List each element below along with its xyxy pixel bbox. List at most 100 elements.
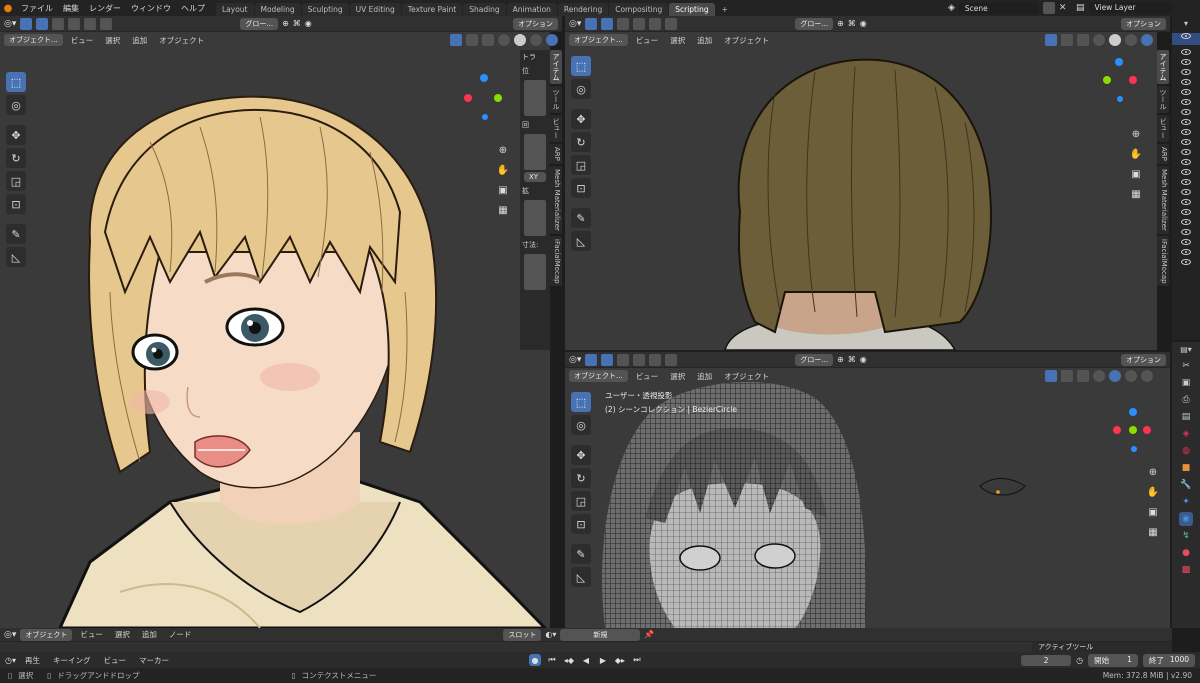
proportional-icon[interactable]: ◉ (860, 355, 867, 364)
options-dropdown[interactable]: オプション (1121, 17, 1166, 30)
tab-ifacialmocap[interactable]: iFacialMocap (550, 235, 562, 287)
menu-view[interactable]: ビュー (67, 34, 98, 47)
rotate-icon[interactable]: ↻ (571, 132, 591, 152)
marker-menu[interactable]: マーカー (135, 654, 173, 667)
outliner-selected-row[interactable] (1172, 33, 1200, 45)
grid-icon[interactable]: ▦ (1128, 186, 1144, 202)
gizmo-x-axis[interactable] (1129, 76, 1137, 84)
editor-type-icon[interactable]: ◎▾ (569, 19, 581, 29)
shading-wire-icon[interactable] (1093, 34, 1105, 46)
shading-solid-icon[interactable] (514, 34, 526, 46)
tab-view[interactable]: ビュー (1157, 115, 1169, 142)
scale-icon[interactable]: ◲ (571, 491, 591, 511)
select-mode-new-icon[interactable] (36, 17, 49, 30)
render-icon[interactable]: ▣ (1179, 376, 1193, 390)
grid-icon[interactable]: ▦ (1145, 524, 1161, 540)
snap-icon[interactable]: ⌘ (848, 355, 856, 364)
menu-add[interactable]: 追加 (693, 370, 716, 383)
select-tool-icon[interactable] (585, 353, 598, 366)
timeline-view-menu[interactable]: ビュー (100, 654, 131, 667)
cursor-icon[interactable]: ◎ (571, 79, 591, 99)
visibility-eye-icon[interactable] (1181, 199, 1191, 205)
annotate-icon[interactable]: ✎ (571, 208, 591, 228)
shading-material-icon[interactable] (1125, 370, 1137, 382)
tab-ifacialmocap[interactable]: iFacialMocap (1157, 235, 1169, 287)
viewport-top-right-canvas[interactable]: オブジェクト... ビュー 選択 追加 オブジェクト ⬚ ◎ ✥ ↻ ◲ ⊡ ✎… (565, 32, 1157, 350)
measure-icon[interactable]: ◺ (571, 231, 591, 251)
start-frame-field[interactable]: 開始 1 (1088, 653, 1138, 667)
delete-scene-icon[interactable]: ✕ (1059, 3, 1067, 13)
tab-arp[interactable]: ARP (1157, 144, 1169, 164)
particles-icon[interactable]: ✦ (1179, 495, 1193, 509)
scale-icon[interactable]: ◲ (571, 155, 591, 175)
tab-view[interactable]: ビュー (550, 115, 562, 142)
editor-type-icon[interactable]: ◎▾ (4, 630, 16, 640)
menu-view[interactable]: ビュー (632, 34, 663, 47)
gizmo-neg-z-axis[interactable] (482, 114, 488, 120)
scene-icon[interactable]: ◈ (1179, 427, 1193, 441)
tab-arp[interactable]: ARP (550, 144, 562, 164)
visibility-eye-icon[interactable] (1181, 79, 1191, 85)
shader-mode-dropdown[interactable]: オブジェクト (20, 628, 73, 641)
material-browse-icon[interactable]: ◐▾ (545, 630, 556, 639)
navigation-gizmo[interactable] (464, 74, 504, 124)
pivot-icon[interactable]: ⊕ (282, 19, 289, 28)
transform-icon[interactable]: ⊡ (571, 178, 591, 198)
menu-help[interactable]: ヘルプ (176, 3, 210, 14)
scale-fields[interactable] (524, 200, 546, 236)
visibility-eye-icon[interactable] (1181, 89, 1191, 95)
gizmo-y-axis[interactable] (1129, 426, 1137, 434)
menu-view[interactable]: ビュー (632, 370, 663, 383)
physics-icon[interactable]: ◉ (1179, 512, 1193, 526)
hand-icon[interactable]: ✋ (1145, 484, 1161, 500)
transform-icon[interactable]: ⊡ (571, 514, 591, 534)
tab-mesh-materializer[interactable]: Mesh Materializer (1157, 165, 1169, 234)
tab-item[interactable]: アイテム (1157, 50, 1169, 84)
add-workspace-button[interactable]: + (716, 3, 734, 16)
timeline-editor-icon[interactable]: ◷▾ (5, 656, 16, 665)
active-tool-panel[interactable]: アクティブツール (1032, 642, 1172, 652)
cursor-icon[interactable]: ◎ (571, 415, 591, 435)
visibility-eye-icon[interactable] (1181, 99, 1191, 105)
viewport-top-right[interactable]: ◎▾ グロー... ⊕ ⌘ ◉ オプション オブジェクト... ビュー 選択 追… (565, 16, 1170, 350)
visibility-eye-icon[interactable] (1181, 119, 1191, 125)
measure-icon[interactable]: ◺ (6, 247, 26, 267)
options-dropdown[interactable]: オプション (1121, 353, 1166, 366)
proportional-icon[interactable]: ◉ (305, 19, 312, 28)
scale-icon[interactable]: ◲ (6, 171, 26, 191)
visibility-eye-icon[interactable] (1181, 129, 1191, 135)
xray-toggle-icon[interactable] (482, 34, 494, 46)
visibility-eye-icon[interactable] (1181, 209, 1191, 215)
gizmo-z-axis[interactable] (1115, 58, 1123, 66)
visibility-eye-icon[interactable] (1181, 249, 1191, 255)
modifier-icon[interactable]: 🔧 (1179, 478, 1193, 492)
keying-menu[interactable]: キーイング (49, 654, 95, 667)
mode-dropdown[interactable]: オブジェクト... (569, 34, 628, 46)
visibility-eye-icon[interactable] (1181, 159, 1191, 165)
select-mode-subtract-icon[interactable] (68, 17, 81, 30)
new-scene-icon[interactable] (1042, 2, 1055, 14)
menu-object[interactable]: オブジェクト (720, 370, 773, 383)
menu-select[interactable]: 選択 (666, 34, 689, 47)
menu-add[interactable]: 追加 (693, 34, 716, 47)
tab-texture-paint[interactable]: Texture Paint (401, 3, 463, 16)
annotate-icon[interactable]: ✎ (6, 224, 26, 244)
rotation-fields[interactable] (524, 134, 546, 170)
hand-icon[interactable]: ✋ (1128, 146, 1144, 162)
measure-icon[interactable]: ◺ (571, 567, 591, 587)
gizmo-z-axis[interactable] (1129, 408, 1137, 416)
snap-icon[interactable]: ⌘ (293, 19, 301, 28)
editor-type-icon[interactable]: ◎▾ (569, 355, 581, 365)
menu-select[interactable]: 選択 (111, 628, 134, 641)
mode-dropdown[interactable]: オブジェクト... (569, 370, 628, 382)
visibility-eye-icon[interactable] (1181, 33, 1191, 39)
proportional-icon[interactable]: ◉ (860, 19, 867, 28)
gizmo-toggle-icon[interactable] (1045, 370, 1057, 382)
gizmo-neg-x-axis[interactable] (1143, 426, 1151, 434)
shading-material-icon[interactable] (1125, 34, 1137, 46)
pivot-icon[interactable]: ⊕ (837, 19, 844, 28)
tool-icon[interactable]: ✂ (1179, 359, 1193, 373)
tab-animation[interactable]: Animation (506, 3, 557, 16)
shading-material-icon[interactable] (530, 34, 542, 46)
shading-solid-icon[interactable] (1109, 370, 1121, 382)
